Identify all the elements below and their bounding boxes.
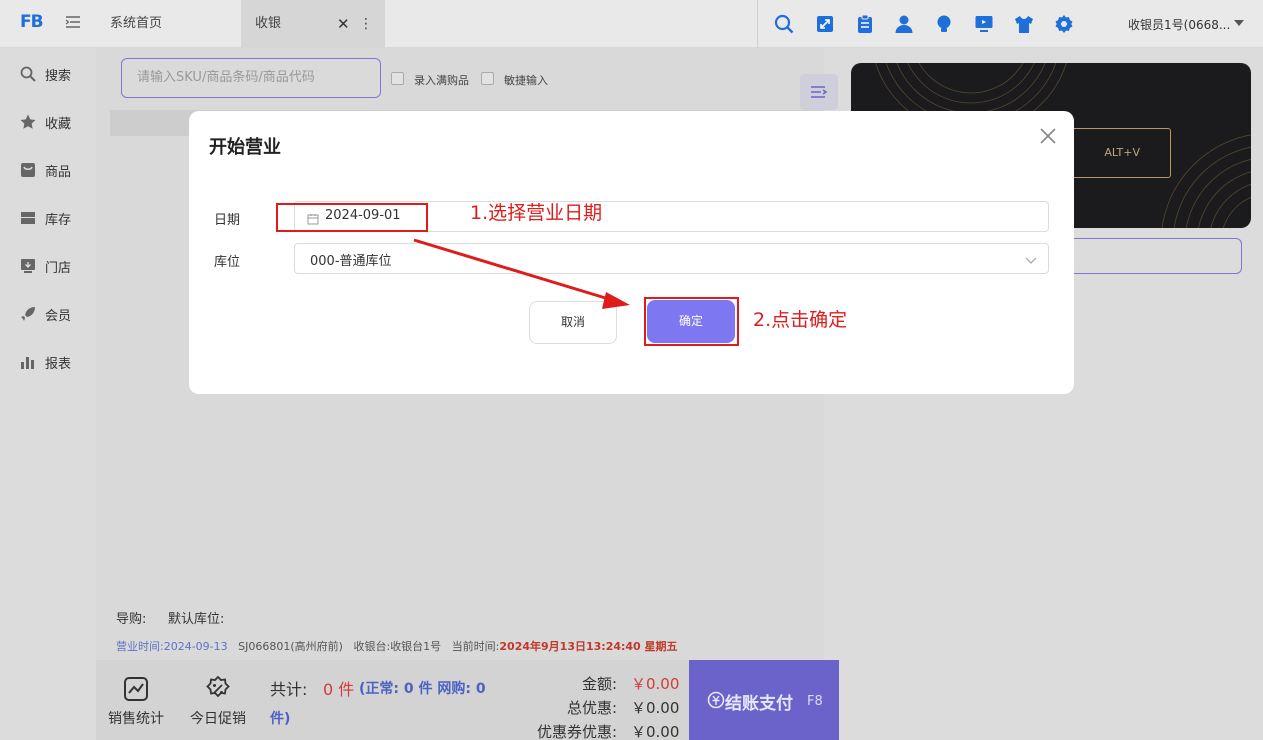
current-time-label: 当前时间: [451,640,500,653]
shop-name: SJ066801(高州府前) [238,640,343,653]
banner-shortcut-button[interactable]: ALT+V [1060,128,1171,178]
app-logo[interactable]: FB [20,12,44,34]
discount-label: 总优惠: [566,699,617,717]
sidebar-item-search[interactable]: 搜索 [0,58,96,88]
tab-more-icon[interactable]: ⋮ [359,15,373,33]
sidebar-item-label: 搜索 [45,69,72,84]
total-label: 共计: [270,680,308,699]
shirt-icon[interactable] [1014,14,1034,34]
checkout-shortcut: F8 [807,694,823,709]
amount-label: 金额: [581,675,617,693]
sidebar-item-label: 会员 [45,309,72,324]
store-label: 库位 [214,255,241,270]
sidebar-item-label: 商品 [45,165,72,180]
sidebar-item-goods[interactable]: 商品 [0,154,96,184]
quick-input-label: 敏捷输入 [504,74,548,87]
coupon-label: 优惠券优惠: [536,723,617,740]
monitor-icon[interactable] [974,14,994,34]
search-icon [20,66,36,82]
sales-stats-icon [123,676,149,702]
store-select[interactable] [294,243,1049,274]
sales-stats-label: 销售统计 [108,711,164,727]
checkout-label: 结账支付 [725,694,793,714]
sidebar-item-inventory[interactable]: 库存 [0,202,96,232]
chart-icon [20,354,36,370]
business-time-label: 营业时间: [116,640,164,653]
bulb-icon[interactable] [934,14,954,34]
user-icon[interactable] [894,14,914,34]
sidebar-item-label: 门店 [45,261,72,276]
search-icon[interactable] [774,14,794,34]
member-input[interactable] [1060,238,1242,274]
promo-icon [205,675,231,702]
tab-pos-label: 收银 [255,16,282,31]
chevron-down-icon[interactable] [1024,252,1038,266]
quick-input-checkbox[interactable] [481,72,494,85]
tab-home[interactable]: 系统首页 [96,0,241,48]
amount-value: ￥0.00 [631,675,680,693]
store-value[interactable]: 000-普通库位 [310,250,392,269]
sales-stats-button[interactable]: 销售统计 [101,676,171,736]
confirm-highlight-box [644,297,739,346]
business-time: 2024-09-13 [163,640,228,653]
today-promo-label: 今日促销 [190,711,246,727]
sidebar-item-report[interactable]: 报表 [0,346,96,376]
store-icon [20,258,36,274]
list-icon [811,86,828,98]
list-toggle-button[interactable] [800,74,838,110]
sidebar-item-label: 收藏 [45,117,72,132]
dialog-title: 开始营业 [209,137,281,158]
step2-annotation: 2.点击确定 [753,309,848,331]
date-highlight-box [276,203,428,232]
checkout-button[interactable]: 结账支付 F8 [689,660,839,740]
close-icon[interactable] [1038,126,1058,146]
rocket-icon [20,306,36,322]
cashier-user[interactable]: 收银员1号(0668... [1128,16,1230,33]
guide-label[interactable]: 导购: [116,608,146,627]
register-name: 收银台1号 [390,640,442,653]
status-info-line: 营业时间:2024-09-13 SJ066801(高州府前) 收银台:收银台1号… [116,638,678,654]
date-label: 日期 [214,213,241,228]
chevron-down-icon[interactable] [1234,20,1244,26]
tab-home-label: 系统首页 [110,16,163,31]
current-time: 2024年9月13日13:24:40 星期五 [499,640,678,653]
total-count: 0 件 [323,680,355,699]
gear-icon[interactable] [1054,14,1074,34]
inventory-icon [20,210,36,226]
sidebar-item-store[interactable]: 门店 [0,250,96,280]
total-detail: (正常: 0 件 网购: 0 [359,681,486,697]
sidebar-item-member[interactable]: 会员 [0,298,96,328]
sidebar-item-favorites[interactable]: 收藏 [0,106,96,136]
payment-icon [707,691,725,709]
toolbar-divider [757,0,758,48]
sku-search-input[interactable]: 请输入SKU/商品条码/商品代码 [121,58,381,98]
discount-value: ￥0.00 [631,699,680,717]
goods-icon [20,162,36,178]
star-icon [20,114,36,130]
top-bar: FB 系统首页 收银 ✕ ⋮ 收银员1号(0668... [0,0,1263,48]
sidebar [0,48,96,740]
register-label: 收银台: [353,640,391,653]
cancel-button[interactable]: 取消 [529,301,617,344]
step1-annotation: 1.选择营业日期 [470,202,603,224]
tab-close-icon[interactable]: ✕ [337,15,351,33]
sidebar-item-label: 库存 [45,213,72,228]
today-promo-button[interactable]: 今日促销 [183,675,253,736]
full-purchase-label: 录入满购品 [414,74,469,87]
total-detail-end: 件) [270,711,291,727]
sidebar-item-label: 报表 [45,357,72,372]
menu-toggle-icon[interactable] [65,14,81,30]
default-store-label[interactable]: 默认库位: [168,608,224,627]
expand-icon[interactable] [815,14,835,34]
clipboard-icon[interactable] [855,14,875,34]
full-purchase-checkbox[interactable] [391,72,404,85]
coupon-value: ￥0.00 [631,723,680,740]
